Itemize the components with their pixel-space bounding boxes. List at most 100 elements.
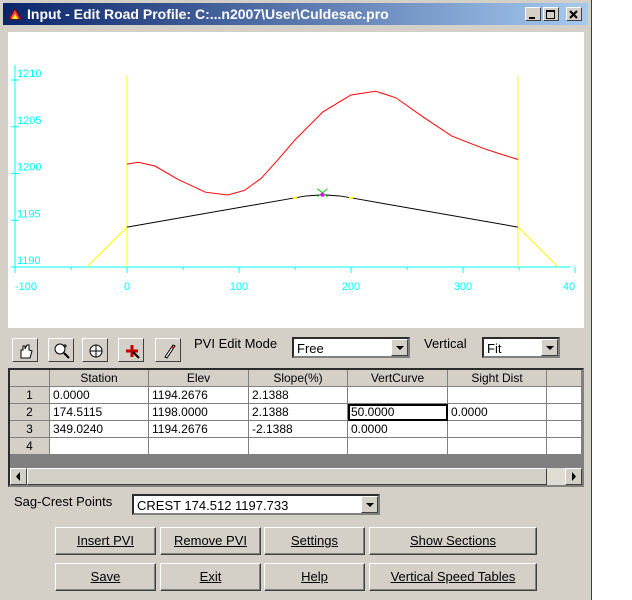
chevron-down-icon[interactable] — [391, 339, 408, 356]
scroll-thumb[interactable] — [27, 468, 547, 485]
y-tick-label: 1200 — [17, 162, 41, 174]
pan-tool-button[interactable] — [12, 338, 38, 362]
table-cell[interactable]: 1194.2676 — [149, 421, 249, 438]
grade-line — [126, 194, 518, 228]
exit-label: Exit — [199, 569, 222, 584]
x-tick-label: 200 — [342, 281, 360, 293]
table-cell[interactable] — [348, 438, 448, 455]
chevron-down-icon[interactable] — [541, 339, 558, 356]
vertical-scale-select[interactable]: Fit — [482, 337, 560, 358]
arrow-left-icon — [16, 472, 20, 481]
maximize-button[interactable] — [543, 7, 559, 21]
table-cell[interactable] — [149, 438, 249, 455]
x-tick-label: 300 — [454, 281, 472, 293]
remove-pvi-label: Remove PVI — [174, 533, 247, 548]
table-cell[interactable]: 2.1388 — [249, 387, 348, 404]
edit-pencil-button[interactable] — [155, 338, 181, 362]
scroll-left-button[interactable] — [10, 468, 27, 485]
hand-icon — [20, 344, 33, 359]
table-cell[interactable] — [348, 387, 448, 404]
pick-point-button[interactable] — [118, 338, 144, 362]
table-cell[interactable] — [547, 438, 582, 455]
row-header[interactable]: 2 — [10, 404, 50, 421]
table-cell[interactable]: 0.0000 — [348, 421, 448, 438]
profile-chart[interactable]: -100 0 100 200 300 40 1190 1195 1200 1205 1210 — [8, 32, 584, 328]
save-button[interactable]: Save — [55, 563, 156, 591]
zoom-window-button[interactable] — [82, 338, 108, 362]
table-cell[interactable] — [249, 438, 348, 455]
window-title: Input - Edit Road Profile: C:...n2007\Us… — [27, 6, 389, 22]
x-tick-label: 0 — [124, 281, 130, 293]
table-cell-selected[interactable]: 50.0000 — [348, 404, 448, 421]
table-cell[interactable] — [50, 438, 149, 455]
column-header-vertcurve[interactable]: VertCurve — [348, 370, 448, 387]
settings-label: Settings — [291, 533, 338, 548]
y-tick-label: 1190 — [17, 255, 41, 267]
app-icon — [8, 8, 22, 20]
column-header-sight-dist[interactable]: Sight Dist — [448, 370, 547, 387]
table-cell[interactable]: 1194.2676 — [149, 387, 249, 404]
table-cell[interactable]: 1198.0000 — [149, 404, 249, 421]
zoom-in-icon — [54, 343, 70, 359]
x-tick-label: 40 — [563, 281, 575, 293]
close-button[interactable] — [566, 7, 582, 21]
vertical-label: Vertical — [424, 336, 467, 351]
remove-pvi-button[interactable]: Remove PVI — [160, 527, 261, 555]
y-tick-label: 1195 — [17, 208, 41, 220]
zoom-window-icon — [89, 344, 103, 358]
table-corner — [10, 370, 50, 387]
sag-crest-value: CREST 174.512 1197.733 — [137, 498, 289, 513]
zoom-in-button[interactable] — [48, 338, 74, 362]
pvi-table[interactable]: Station Elev Slope(%) VertCurve Sight Di… — [8, 368, 584, 487]
title-bar[interactable]: Input - Edit Road Profile: C:...n2007\Us… — [3, 3, 588, 25]
table-cell[interactable]: 174.5115 — [50, 404, 149, 421]
profile-plot[interactable]: -100 0 100 200 300 40 1190 1195 1200 1205 1210 — [8, 32, 584, 328]
table-cell[interactable] — [448, 387, 547, 404]
pvi-edit-mode-label: PVI Edit Mode — [194, 336, 278, 351]
save-label: Save — [90, 569, 121, 584]
row-header[interactable]: 3 — [10, 421, 50, 438]
minimize-button[interactable] — [525, 7, 541, 21]
pvi-edit-mode-select[interactable]: Free — [292, 337, 410, 358]
vertical-scale-value: Fit — [487, 341, 502, 356]
pencil-icon — [164, 344, 176, 359]
extension-line — [517, 226, 558, 267]
row-header[interactable]: 1 — [10, 387, 50, 404]
table-cell[interactable] — [547, 387, 582, 404]
table-cell[interactable]: -2.1388 — [249, 421, 348, 438]
scroll-right-button[interactable] — [565, 468, 582, 485]
exit-button[interactable]: Exit — [160, 563, 261, 591]
table-cell[interactable] — [547, 404, 582, 421]
table-cell[interactable] — [448, 438, 547, 455]
column-header-extra — [547, 370, 582, 387]
pick-icon — [126, 345, 140, 359]
chevron-down-icon[interactable] — [361, 496, 378, 513]
insert-pvi-button[interactable]: Insert PVI — [55, 527, 156, 555]
table-cell[interactable] — [448, 421, 547, 438]
sag-crest-select[interactable]: CREST 174.512 1197.733 — [132, 494, 380, 515]
column-header-slope[interactable]: Slope(%) — [249, 370, 348, 387]
table-cell[interactable]: 2.1388 — [249, 404, 348, 421]
show-sections-label: Show Sections — [410, 533, 496, 548]
vc-endpoint — [293, 196, 297, 199]
x-tick-label: 100 — [230, 281, 248, 293]
column-header-station[interactable]: Station — [50, 370, 149, 387]
y-tick-label: 1205 — [17, 115, 41, 127]
table-cell[interactable]: 0.0000 — [50, 387, 149, 404]
horizontal-scrollbar[interactable] — [10, 468, 582, 485]
table-cell[interactable]: 349.0240 — [50, 421, 149, 438]
help-label: Help — [301, 569, 328, 584]
vc-endpoint — [349, 196, 353, 199]
row-header[interactable]: 4 — [10, 438, 50, 455]
sag-crest-label: Sag-Crest Points — [14, 494, 113, 509]
pvi-point — [320, 192, 325, 197]
edit-road-profile-window: Input - Edit Road Profile: C:...n2007\Us… — [0, 0, 592, 600]
table-cell[interactable]: 0.0000 — [448, 404, 547, 421]
arrow-right-icon — [572, 472, 576, 481]
vertical-speed-tables-button[interactable]: Vertical Speed Tables — [369, 563, 537, 591]
column-header-elev[interactable]: Elev — [149, 370, 249, 387]
table-cell[interactable] — [547, 421, 582, 438]
help-button[interactable]: Help — [264, 563, 365, 591]
settings-button[interactable]: Settings — [264, 527, 365, 555]
show-sections-button[interactable]: Show Sections — [369, 527, 537, 555]
